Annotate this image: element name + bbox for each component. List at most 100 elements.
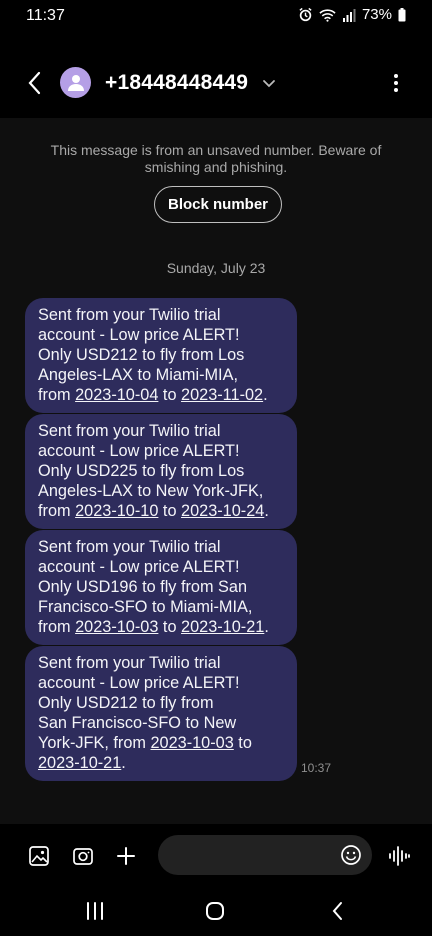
chevron-down-icon[interactable] [262,76,276,94]
message-text: to [158,386,182,404]
message-line: San Francisco-SFO to New [38,713,285,733]
plus-icon [117,847,135,865]
message-text: . [264,502,269,520]
message-line: Sent from your Twilio trial [38,653,285,673]
message-text: from [38,386,76,404]
message-text: Sent from your Twilio trial [38,422,221,440]
contact-avatar-icon [67,74,84,91]
message-line: 2023-10-21. [38,753,285,773]
back-arrow-icon [28,71,41,95]
message-text: from [38,618,76,636]
message-line: account - Low price ALERT! [38,441,285,461]
message-text: . [121,754,126,772]
status-time: 11:37 [26,7,65,24]
message-text: account - Low price ALERT! [38,442,240,460]
message-text: San Francisco-SFO to New [38,714,237,732]
status-icons: 73% [298,6,406,23]
message-bubble[interactable]: Sent from your Twilio trial account - Low… [25,530,297,645]
message-text: Sent from your Twilio trial [38,306,221,324]
contact-avatar[interactable] [60,67,91,98]
message-bubble[interactable]: Sent from your Twilio trial account - Low… [25,298,297,413]
battery-percent: 73% [361,6,392,23]
date-link[interactable]: 2023-10-03 [150,734,233,752]
gallery-icon [29,846,49,866]
message-bubble[interactable]: Sent from your Twilio trial account - Low… [25,414,297,529]
message-text: Only USD196 to fly from San [38,578,248,596]
battery-icon [398,7,406,22]
home-icon [206,902,224,920]
message-timestamp: 10:37 [301,761,332,775]
date-link[interactable]: 2023-10-10 [75,502,158,520]
message-line: from 2023-10-10 to 2023-10-24. [38,501,285,521]
message-text: account - Low price ALERT! [38,674,240,692]
message-text: Francisco-SFO to Miami-MIA, [38,598,253,616]
camera-icon [73,848,93,865]
message-text: to [233,734,252,752]
message-text: . [263,386,268,404]
message-text: Only USD212 to fly from Los [38,346,245,364]
message-line: account - Low price ALERT! [38,557,285,577]
date-link[interactable]: 2023-10-21 [38,754,121,772]
back-icon [332,902,342,920]
message-text: Sent from your Twilio trial [38,654,221,672]
message-text: account - Low price ALERT! [38,326,240,344]
wifi-icon [319,8,336,22]
conversation-area[interactable]: This message is from an unsaved number. … [0,118,432,824]
message-composer [0,824,432,886]
date-link[interactable]: 2023-10-03 [75,618,158,636]
block-number-button[interactable]: Block number [154,186,282,223]
message-text: York-JFK, from [38,734,151,752]
message-text: Angeles-LAX to New York-JFK, [38,482,264,500]
message-text: Only USD225 to fly from Los [38,462,245,480]
alarm-icon [298,7,313,22]
message-text: account - Low price ALERT! [38,558,240,576]
message-line: Only USD196 to fly from San [38,577,285,597]
message-line: Only USD212 to fly from [38,693,285,713]
message-bubble[interactable]: Sent from your Twilio trial account - Low… [25,646,297,781]
date-link[interactable]: 2023-10-21 [181,618,264,636]
add-attachment-button[interactable] [114,844,138,868]
message-text: Only USD212 to fly from [38,694,214,712]
back-nav-button[interactable] [322,900,352,922]
message-line: Angeles-LAX to New York-JFK, [38,481,285,501]
message-line: Only USD225 to fly from Los [38,461,285,481]
status-bar: 11:37 73% [0,0,432,34]
recent-apps-icon [87,902,103,920]
voice-wave-icon [389,846,410,866]
date-link[interactable]: 2023-10-04 [75,386,158,404]
conversation-header: +18448448449 [0,48,432,118]
message-line: York-JFK, from 2023-10-03 to [38,733,285,753]
message-line: Only USD212 to fly from Los [38,345,285,365]
message-text: . [264,618,269,636]
message-line: Francisco-SFO to Miami-MIA, [38,597,285,617]
message-line: Angeles-LAX to Miami-MIA, [38,365,285,385]
home-button[interactable] [200,900,230,922]
navigation-bar [0,886,432,936]
message-line: Sent from your Twilio trial [38,537,285,557]
message-text: to [158,502,182,520]
recent-apps-button[interactable] [80,900,110,922]
contact-number[interactable]: +18448448449 [105,71,248,95]
voice-input-button[interactable] [387,844,411,868]
camera-button[interactable] [71,844,95,868]
emoji-icon[interactable] [340,844,362,866]
gallery-button[interactable] [27,844,51,868]
date-divider: Sunday, July 23 [166,260,266,276]
message-text: from [38,502,76,520]
message-line: Sent from your Twilio trial [38,305,285,325]
date-link[interactable]: 2023-11-02 [181,386,263,404]
message-line: account - Low price ALERT! [38,325,285,345]
unsaved-number-warning: This message is from an unsaved number. … [50,142,382,175]
signal-icon [342,8,356,22]
back-button[interactable] [20,68,48,98]
more-vert-icon [394,74,398,92]
message-text: to [158,618,182,636]
message-input-container[interactable] [158,835,372,875]
date-link[interactable]: 2023-10-24 [181,502,264,520]
more-options-button[interactable] [386,71,406,95]
message-line: from 2023-10-03 to 2023-10-21. [38,617,285,637]
message-line: account - Low price ALERT! [38,673,285,693]
message-input[interactable] [174,843,334,867]
message-text: Angeles-LAX to Miami-MIA, [38,366,238,384]
message-text: Sent from your Twilio trial [38,538,221,556]
